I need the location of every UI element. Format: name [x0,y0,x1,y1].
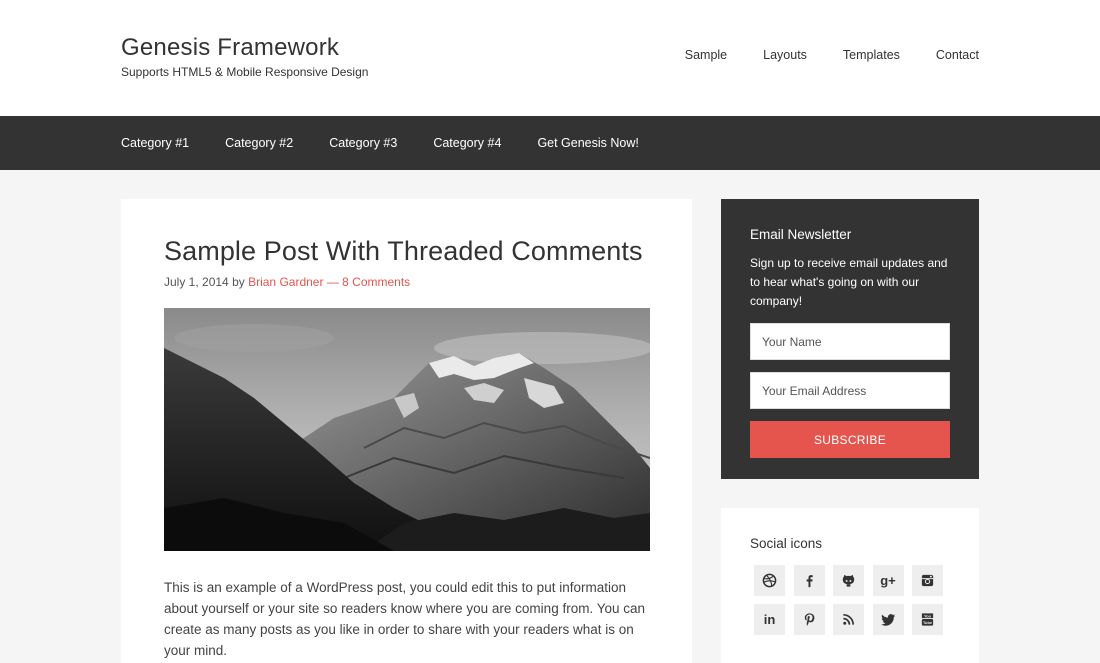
youtube-icon[interactable]: You Tube [912,604,943,635]
twitter-icon[interactable] [872,604,904,635]
category-item-1[interactable]: Category #1 [121,136,189,150]
post-meta: July 1, 2014 by Brian Gardner — 8 Commen… [164,275,649,289]
facebook-icon[interactable] [793,565,825,596]
site-description: Supports HTML5 & Mobile Responsive Desig… [121,65,369,79]
post-date: July 1, 2014 [164,275,229,289]
post-entry: Sample Post With Threaded Comments July … [121,199,692,663]
nav-item-sample[interactable]: Sample [685,48,727,62]
newsletter-text: Sign up to receive email updates and to … [750,256,948,308]
svg-text:Tube: Tube [923,620,933,625]
post-comments-link[interactable]: 8 Comments [342,275,410,289]
dribbble-icon[interactable] [754,565,785,596]
category-item-4[interactable]: Category #4 [433,136,501,150]
post-by: by [232,275,245,289]
social-widget: Social icons g+ in You Tube [721,508,979,663]
post-author-link[interactable]: Brian Gardner [248,275,323,289]
header-nav: Sample Layouts Templates Contact [685,48,979,62]
github-icon[interactable] [833,565,864,596]
nav-item-layouts[interactable]: Layouts [763,48,807,62]
meta-separator: — [326,275,339,289]
social-icons-grid: g+ in You Tube [754,565,950,635]
get-genesis-link[interactable]: Get Genesis Now! [537,136,638,150]
svg-text:You: You [924,613,932,618]
email-input[interactable] [750,372,950,409]
instagram-icon[interactable] [912,565,943,596]
newsletter-widget: Email Newsletter Sign up to receive emai… [721,199,979,479]
newsletter-title: Email Newsletter [750,227,852,242]
post-featured-image [164,308,650,551]
nav-item-templates[interactable]: Templates [843,48,900,62]
category-nav: Category #1 Category #2 Category #3 Cate… [0,116,1100,170]
post-title[interactable]: Sample Post With Threaded Comments [164,235,649,267]
social-title: Social icons [750,536,823,551]
site-title[interactable]: Genesis Framework [121,34,339,62]
category-item-3[interactable]: Category #3 [329,136,397,150]
google-plus-icon[interactable]: g+ [872,565,904,596]
name-input[interactable] [750,323,950,360]
subscribe-button[interactable]: SUBSCRIBE [750,421,950,458]
linkedin-icon[interactable]: in [754,604,785,635]
post-content: This is an example of a WordPress post, … [164,580,646,658]
rss-icon[interactable] [833,604,864,635]
pinterest-icon[interactable] [793,604,825,635]
site-header: Genesis Framework Supports HTML5 & Mobil… [0,0,1100,116]
category-item-2[interactable]: Category #2 [225,136,293,150]
nav-item-contact[interactable]: Contact [936,48,979,62]
